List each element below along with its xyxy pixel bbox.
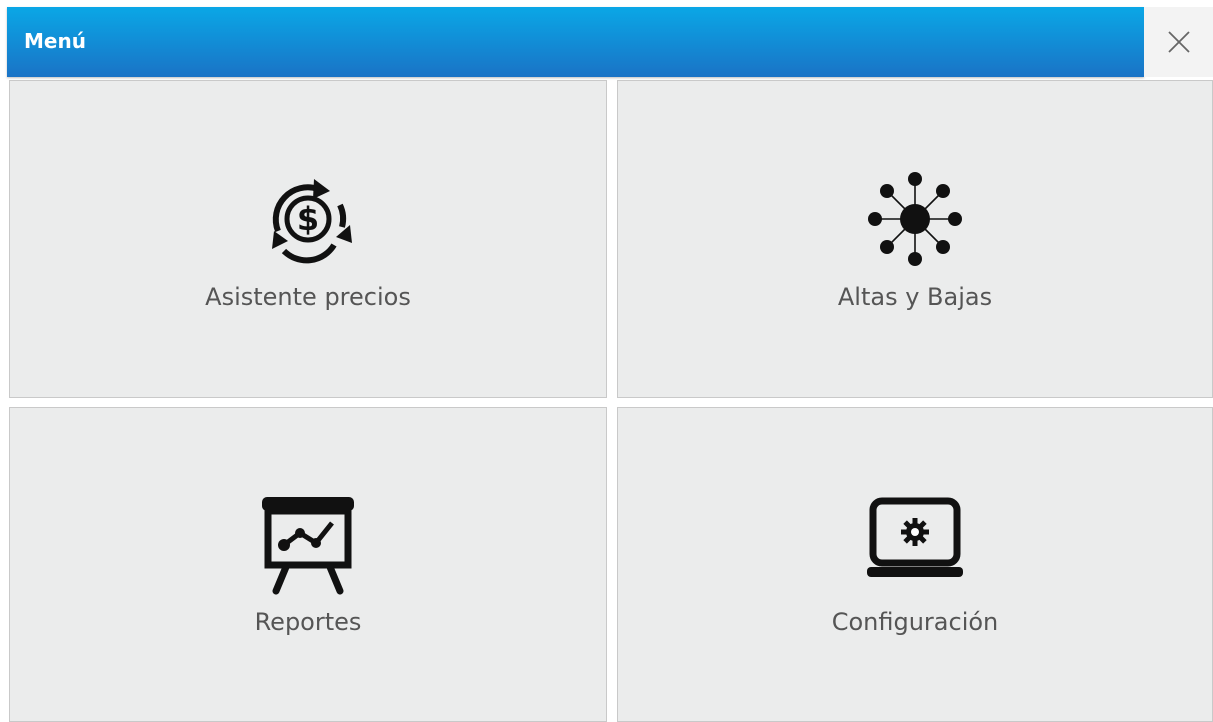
page-title: Menú <box>24 29 86 53</box>
price-assistant-icon: $ <box>256 167 360 275</box>
tile-label: Reportes <box>254 608 362 636</box>
tile-asistente-precios[interactable]: $ Asistente precios <box>9 80 607 398</box>
tile-label: Altas y Bajas <box>837 283 993 311</box>
tile-configuracion[interactable]: Configuración <box>617 407 1213 722</box>
laptop-settings-icon <box>865 495 965 589</box>
title-bar: Menú <box>7 7 1144 77</box>
presentation-chart-icon <box>258 495 358 599</box>
tile-label: Asistente precios <box>205 283 411 311</box>
tile-label: Configuración <box>831 608 999 636</box>
svg-text:$: $ <box>297 200 319 238</box>
tile-altas-y-bajas[interactable]: Altas y Bajas <box>617 80 1213 398</box>
close-button[interactable] <box>1144 7 1213 77</box>
tile-reportes[interactable]: Reportes <box>9 407 607 722</box>
network-hub-icon <box>863 167 967 275</box>
close-icon <box>1168 31 1190 53</box>
